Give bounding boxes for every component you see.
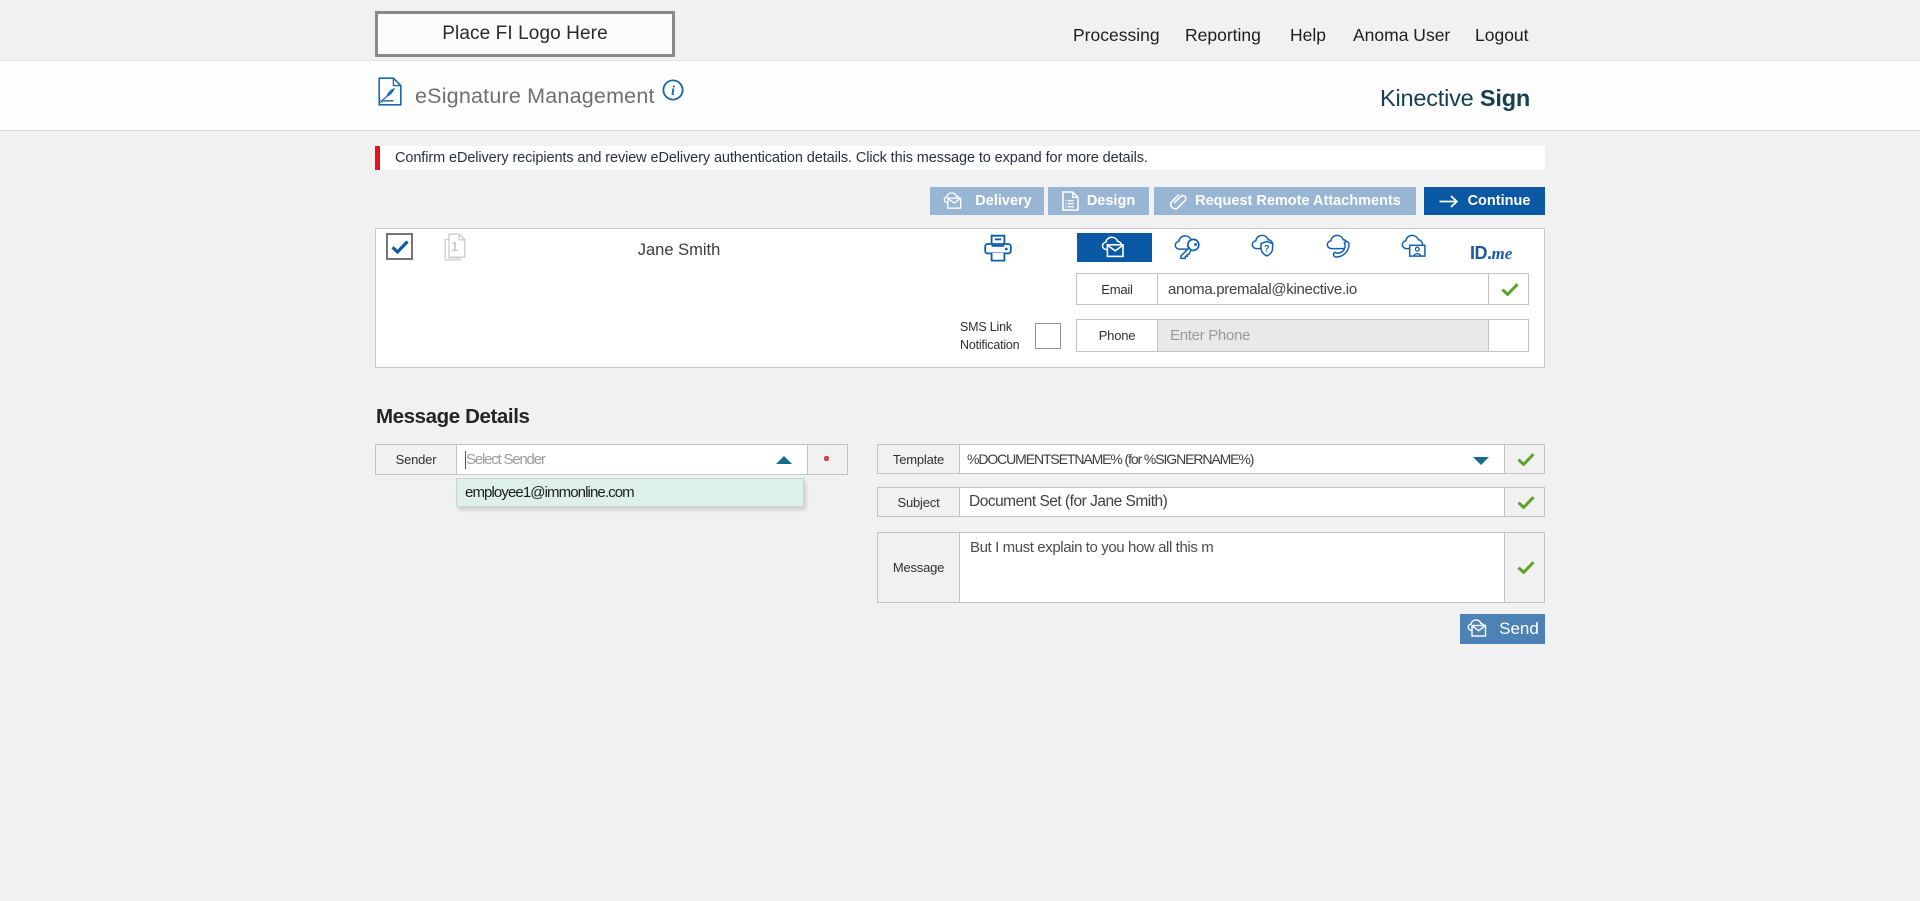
svg-text:1: 1 xyxy=(451,239,458,254)
svg-text:?: ? xyxy=(1264,243,1270,253)
svg-text:i: i xyxy=(671,83,675,98)
svg-text:x: x xyxy=(380,98,384,105)
